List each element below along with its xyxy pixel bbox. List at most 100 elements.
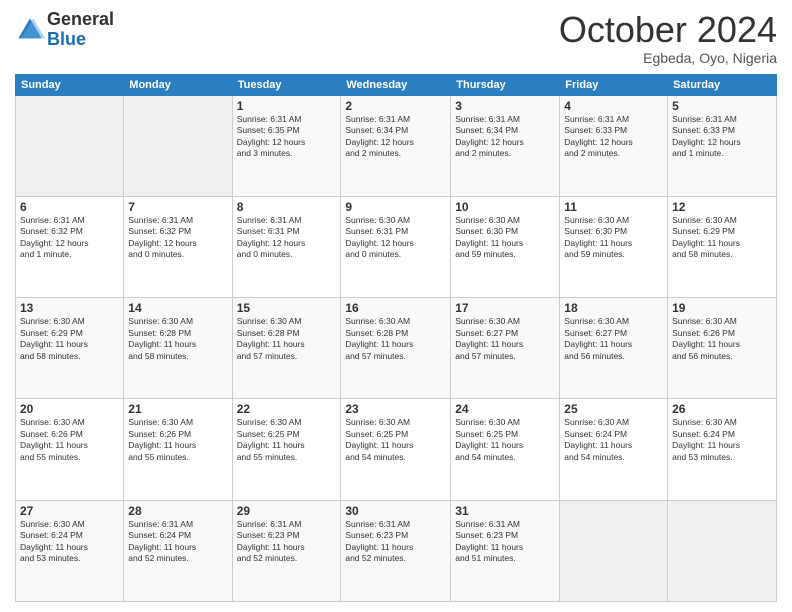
day-info: Sunrise: 6:30 AM Sunset: 6:28 PM Dayligh… <box>237 316 337 362</box>
day-cell: 6Sunrise: 6:31 AM Sunset: 6:32 PM Daylig… <box>16 196 124 297</box>
day-cell: 27Sunrise: 6:30 AM Sunset: 6:24 PM Dayli… <box>16 500 124 601</box>
day-number: 19 <box>672 301 772 315</box>
day-number: 3 <box>455 99 555 113</box>
day-info: Sunrise: 6:30 AM Sunset: 6:30 PM Dayligh… <box>564 215 663 261</box>
day-info: Sunrise: 6:31 AM Sunset: 6:23 PM Dayligh… <box>237 519 337 565</box>
day-info: Sunrise: 6:31 AM Sunset: 6:32 PM Dayligh… <box>128 215 227 261</box>
week-row-4: 20Sunrise: 6:30 AM Sunset: 6:26 PM Dayli… <box>16 399 777 500</box>
calendar-body: 1Sunrise: 6:31 AM Sunset: 6:35 PM Daylig… <box>16 95 777 601</box>
day-cell: 8Sunrise: 6:31 AM Sunset: 6:31 PM Daylig… <box>232 196 341 297</box>
day-number: 28 <box>128 504 227 518</box>
day-number: 9 <box>345 200 446 214</box>
day-number: 24 <box>455 402 555 416</box>
column-header-saturday: Saturday <box>668 74 777 95</box>
day-cell <box>16 95 124 196</box>
day-number: 16 <box>345 301 446 315</box>
day-number: 17 <box>455 301 555 315</box>
day-info: Sunrise: 6:30 AM Sunset: 6:27 PM Dayligh… <box>455 316 555 362</box>
day-cell: 20Sunrise: 6:30 AM Sunset: 6:26 PM Dayli… <box>16 399 124 500</box>
calendar-header-row: SundayMondayTuesdayWednesdayThursdayFrid… <box>16 74 777 95</box>
day-cell <box>668 500 777 601</box>
day-info: Sunrise: 6:30 AM Sunset: 6:24 PM Dayligh… <box>564 417 663 463</box>
day-number: 8 <box>237 200 337 214</box>
column-header-wednesday: Wednesday <box>341 74 451 95</box>
day-cell: 19Sunrise: 6:30 AM Sunset: 6:26 PM Dayli… <box>668 298 777 399</box>
week-row-1: 1Sunrise: 6:31 AM Sunset: 6:35 PM Daylig… <box>16 95 777 196</box>
day-cell: 28Sunrise: 6:31 AM Sunset: 6:24 PM Dayli… <box>124 500 232 601</box>
day-info: Sunrise: 6:30 AM Sunset: 6:24 PM Dayligh… <box>20 519 119 565</box>
day-cell: 25Sunrise: 6:30 AM Sunset: 6:24 PM Dayli… <box>560 399 668 500</box>
day-info: Sunrise: 6:30 AM Sunset: 6:29 PM Dayligh… <box>20 316 119 362</box>
day-number: 18 <box>564 301 663 315</box>
column-header-monday: Monday <box>124 74 232 95</box>
column-header-sunday: Sunday <box>16 74 124 95</box>
day-number: 15 <box>237 301 337 315</box>
day-number: 27 <box>20 504 119 518</box>
day-cell: 22Sunrise: 6:30 AM Sunset: 6:25 PM Dayli… <box>232 399 341 500</box>
page: General Blue October 2024 Egbeda, Oyo, N… <box>0 0 792 612</box>
day-cell: 30Sunrise: 6:31 AM Sunset: 6:23 PM Dayli… <box>341 500 451 601</box>
day-number: 23 <box>345 402 446 416</box>
day-cell: 21Sunrise: 6:30 AM Sunset: 6:26 PM Dayli… <box>124 399 232 500</box>
day-info: Sunrise: 6:30 AM Sunset: 6:26 PM Dayligh… <box>672 316 772 362</box>
day-number: 12 <box>672 200 772 214</box>
week-row-5: 27Sunrise: 6:30 AM Sunset: 6:24 PM Dayli… <box>16 500 777 601</box>
day-info: Sunrise: 6:31 AM Sunset: 6:23 PM Dayligh… <box>345 519 446 565</box>
day-number: 20 <box>20 402 119 416</box>
day-number: 2 <box>345 99 446 113</box>
column-header-tuesday: Tuesday <box>232 74 341 95</box>
day-info: Sunrise: 6:31 AM Sunset: 6:34 PM Dayligh… <box>345 114 446 160</box>
day-cell: 7Sunrise: 6:31 AM Sunset: 6:32 PM Daylig… <box>124 196 232 297</box>
day-cell <box>124 95 232 196</box>
day-number: 22 <box>237 402 337 416</box>
day-info: Sunrise: 6:30 AM Sunset: 6:26 PM Dayligh… <box>20 417 119 463</box>
day-number: 30 <box>345 504 446 518</box>
day-info: Sunrise: 6:31 AM Sunset: 6:33 PM Dayligh… <box>564 114 663 160</box>
day-info: Sunrise: 6:30 AM Sunset: 6:28 PM Dayligh… <box>128 316 227 362</box>
day-cell: 18Sunrise: 6:30 AM Sunset: 6:27 PM Dayli… <box>560 298 668 399</box>
day-number: 13 <box>20 301 119 315</box>
day-info: Sunrise: 6:31 AM Sunset: 6:24 PM Dayligh… <box>128 519 227 565</box>
month-title: October 2024 <box>559 10 777 50</box>
logo-line2: Blue <box>47 30 114 50</box>
week-row-2: 6 Sunrise: 6:31 AM Sunset: 6:32 PM Daylig… <box>16 196 777 297</box>
day-info: Sunrise: 6:30 AM Sunset: 6:28 PM Dayligh… <box>345 316 446 362</box>
day-number: 31 <box>455 504 555 518</box>
day-number: 5 <box>672 99 772 113</box>
day-cell: 14Sunrise: 6:30 AM Sunset: 6:28 PM Dayli… <box>124 298 232 399</box>
day-number: 10 <box>455 200 555 214</box>
day-cell: 13Sunrise: 6:30 AM Sunset: 6:29 PM Dayli… <box>16 298 124 399</box>
day-info: Sunrise: 6:30 AM Sunset: 6:26 PM Dayligh… <box>128 417 227 463</box>
day-number: 25 <box>564 402 663 416</box>
logo-icon <box>15 15 45 45</box>
day-number: 6 <box>20 200 119 214</box>
day-cell: 16Sunrise: 6:30 AM Sunset: 6:28 PM Dayli… <box>341 298 451 399</box>
day-cell: 31Sunrise: 6:31 AM Sunset: 6:23 PM Dayli… <box>451 500 560 601</box>
day-number: 4 <box>564 99 663 113</box>
day-number: 7 <box>128 200 227 214</box>
day-cell: 10Sunrise: 6:30 AM Sunset: 6:30 PM Dayli… <box>451 196 560 297</box>
day-cell: 26Sunrise: 6:30 AM Sunset: 6:24 PM Dayli… <box>668 399 777 500</box>
day-cell: 2Sunrise: 6:31 AM Sunset: 6:34 PM Daylig… <box>341 95 451 196</box>
subtitle: Egbeda, Oyo, Nigeria <box>559 50 777 66</box>
header: General Blue October 2024 Egbeda, Oyo, N… <box>15 10 777 66</box>
day-cell: 3Sunrise: 6:31 AM Sunset: 6:34 PM Daylig… <box>451 95 560 196</box>
day-cell: 5Sunrise: 6:31 AM Sunset: 6:33 PM Daylig… <box>668 95 777 196</box>
day-info: Sunrise: 6:30 AM Sunset: 6:27 PM Dayligh… <box>564 316 663 362</box>
calendar-table: SundayMondayTuesdayWednesdayThursdayFrid… <box>15 74 777 602</box>
day-number: 14 <box>128 301 227 315</box>
day-info: Sunrise: 6:31 AM Sunset: 6:35 PM Dayligh… <box>237 114 337 160</box>
day-cell: 17Sunrise: 6:30 AM Sunset: 6:27 PM Dayli… <box>451 298 560 399</box>
day-info: Sunrise: 6:30 AM Sunset: 6:25 PM Dayligh… <box>455 417 555 463</box>
day-info: Sunrise: 6:31 AM Sunset: 6:31 PM Dayligh… <box>237 215 337 261</box>
day-number: 26 <box>672 402 772 416</box>
day-cell: 15Sunrise: 6:30 AM Sunset: 6:28 PM Dayli… <box>232 298 341 399</box>
day-cell: 4Sunrise: 6:31 AM Sunset: 6:33 PM Daylig… <box>560 95 668 196</box>
day-number: 21 <box>128 402 227 416</box>
day-cell: 12Sunrise: 6:30 AM Sunset: 6:29 PM Dayli… <box>668 196 777 297</box>
day-info: Sunrise: 6:30 AM Sunset: 6:24 PM Dayligh… <box>672 417 772 463</box>
day-info: Sunrise: 6:30 AM Sunset: 6:25 PM Dayligh… <box>237 417 337 463</box>
day-cell: 1Sunrise: 6:31 AM Sunset: 6:35 PM Daylig… <box>232 95 341 196</box>
day-info: Sunrise: 6:31 AM Sunset: 6:33 PM Dayligh… <box>672 114 772 160</box>
column-header-thursday: Thursday <box>451 74 560 95</box>
